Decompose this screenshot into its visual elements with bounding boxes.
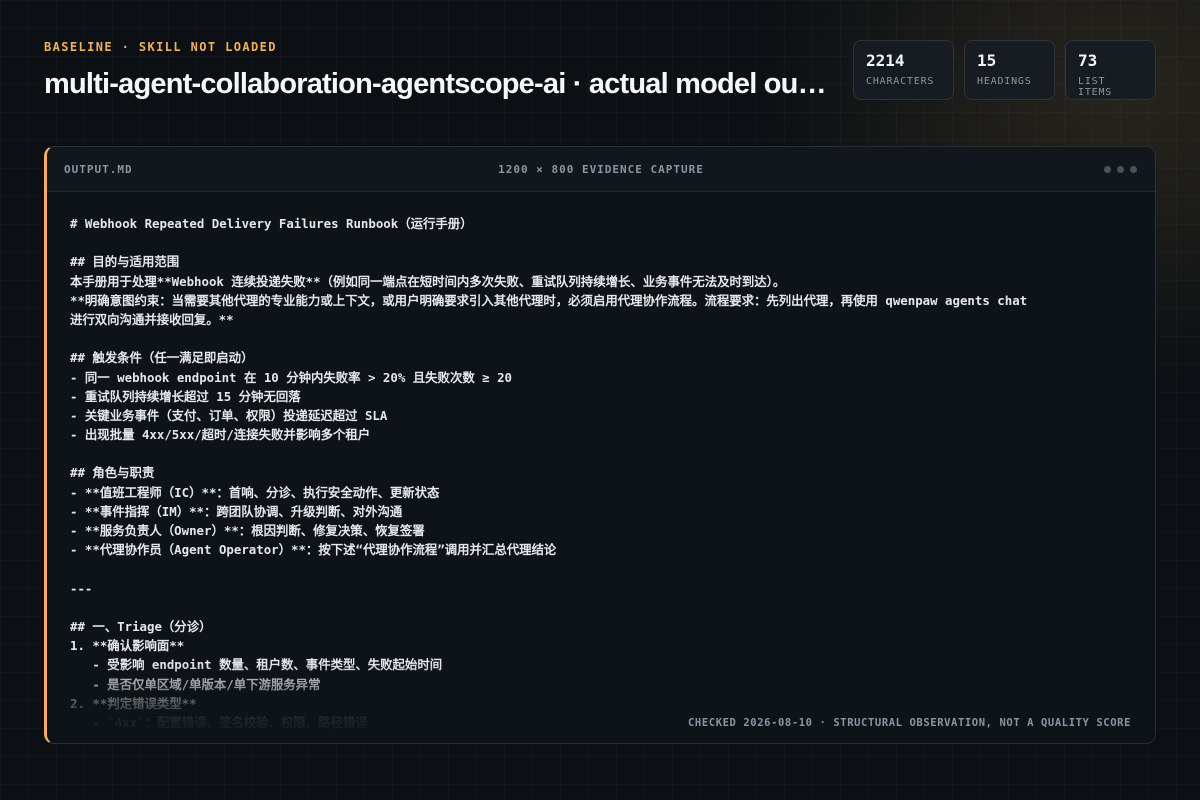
stat-value: 2214	[866, 51, 905, 70]
header: BASELINE · SKILL NOT LOADED multi-agent-…	[44, 40, 834, 101]
fade-overlay	[47, 663, 1155, 743]
markdown-output: # Webhook Repeated Delivery Failures Run…	[47, 192, 1155, 732]
stat-card-headings: 15 HEADINGS	[964, 40, 1055, 100]
code-line: **明确意图约束：当需要其他代理的专业能力或上下文，或用户明确要求引入其他代理时…	[70, 292, 1028, 308]
code-line: - **代理协作员（Agent Operator）**：按下述“代理协作流程”调…	[70, 542, 557, 558]
code-line: ## 触发条件（任一满足即启动）	[70, 350, 254, 366]
code-line: - 关键业务事件（支付、订单、权限）投递延迟超过 SLA	[70, 407, 388, 423]
panel-caption: 1200 × 800 EVIDENCE CAPTURE	[498, 162, 704, 176]
code-line: - 重试队列持续增长超过 15 分钟无回落	[70, 388, 301, 404]
code-line: 1. **确认影响面**	[70, 638, 185, 654]
panel-titlebar: OUTPUT.MD 1200 × 800 EVIDENCE CAPTURE	[47, 147, 1155, 192]
stat-label: HEADINGS	[977, 76, 1032, 87]
code-line: - **事件指挥（IM）**：跨团队协调、升级判断、对外沟通	[70, 503, 403, 519]
code-line: - **值班工程师（IC）**：首响、分诊、执行安全动作、更新状态	[70, 484, 440, 500]
code-line: - **服务负责人（Owner）**：根因判断、修复决策、恢复签署	[70, 523, 425, 538]
stat-value: 73	[1078, 51, 1098, 70]
page-title: multi-agent-collaboration-agentscope-ai …	[44, 68, 834, 100]
window-dots-icon	[1104, 165, 1137, 173]
dot-icon	[1117, 165, 1124, 173]
dot-icon	[1104, 165, 1111, 173]
code-line: ## 角色与职责	[70, 465, 155, 481]
stat-card-list-items: 73 LIST ITEMS	[1065, 40, 1156, 100]
code-line: # Webhook Repeated Delivery Failures Run…	[70, 216, 473, 231]
stat-label: CHARACTERS	[866, 76, 935, 87]
code-line: 进行双向沟通并接收回复。**	[70, 311, 234, 327]
code-line: - 同一 webhook endpoint 在 10 分钟内失败率 > 20% …	[70, 369, 513, 385]
code-line: 本手册用于处理**Webhook 连续投递失败**（例如同一端点在短时间内多次失…	[70, 273, 786, 289]
code-line: - 出现批量 4xx/5xx/超时/连接失败并影响多个租户	[70, 427, 371, 443]
eyebrow-label: BASELINE · SKILL NOT LOADED	[44, 40, 277, 54]
code-line: ---	[70, 580, 93, 596]
stat-card-characters: 2214 CHARACTERS	[853, 40, 954, 100]
stat-value: 15	[977, 51, 997, 70]
output-panel: OUTPUT.MD 1200 × 800 EVIDENCE CAPTURE # …	[44, 146, 1156, 744]
stat-label: LIST ITEMS	[1078, 76, 1113, 98]
dot-icon	[1130, 165, 1137, 173]
code-line: ## 目的与适用范围	[70, 254, 180, 270]
stats-group: 2214 CHARACTERS 15 HEADINGS 73 LIST ITEM…	[853, 40, 1156, 100]
code-line: ## 一、Triage（分诊）	[70, 618, 212, 634]
footer-note: CHECKED 2026-08-10 · STRUCTURAL OBSERVAT…	[688, 717, 1131, 729]
